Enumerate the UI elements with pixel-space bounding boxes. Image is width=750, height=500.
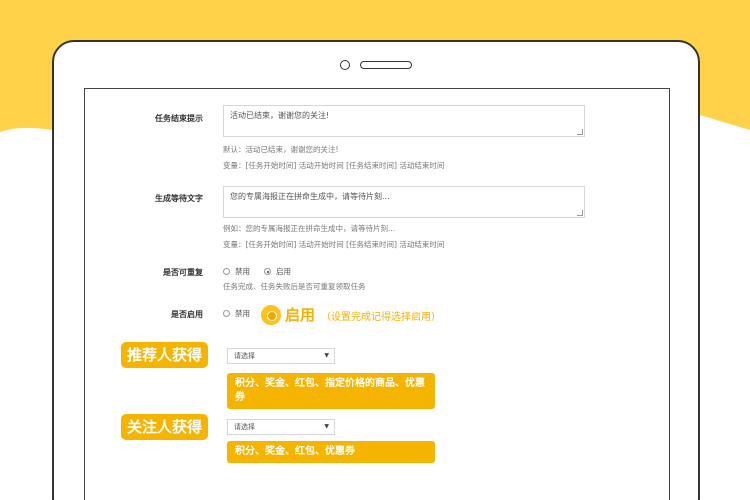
follower-select-value: 请选择 (234, 423, 255, 431)
enabled-disabled-radio[interactable] (223, 310, 230, 317)
task-end-variables-hint: 变量：[任务开始时间] 活动开始时间 [任务结束时间] 活动结束时间 (223, 161, 445, 170)
resize-handle-icon[interactable] (577, 129, 583, 135)
task-end-prompt-value: 活动已结束，谢谢您的关注! (230, 111, 330, 120)
generating-text-label: 生成等待文字 (155, 194, 203, 203)
task-end-prompt-textarea[interactable]: 活动已结束，谢谢您的关注! (223, 105, 585, 137)
repeatable-hint: 任务完成、任务失败后是否可重复领取任务 (223, 282, 366, 291)
repeatable-disabled-radio[interactable] (223, 268, 230, 275)
referrer-tag: 推荐人获得 (121, 342, 209, 368)
enabled-big-radio[interactable] (261, 305, 281, 325)
chevron-down-icon: ▼ (324, 352, 329, 359)
enabled-disabled-label: 禁用 (235, 309, 250, 318)
generating-text-textarea[interactable]: 您的专属海报正在拼命生成中，请等待片刻... (223, 186, 585, 218)
enabled-radio-group: 禁用 (223, 308, 264, 319)
enabled-label: 是否启用 (171, 310, 203, 319)
referrer-select-value: 请选择 (234, 352, 255, 360)
follower-reward-select[interactable]: 请选择 ▼ (227, 419, 335, 435)
repeatable-disabled-label: 禁用 (235, 267, 250, 276)
chevron-down-icon: ▼ (324, 423, 329, 430)
speaker-icon (360, 61, 412, 69)
enabled-big-hint: （设置完成记得选择启用） (321, 312, 441, 323)
referrer-reward-select[interactable]: 请选择 ▼ (227, 348, 335, 364)
repeatable-enabled-label: 启用 (276, 267, 291, 276)
generating-variables-hint: 变量：[任务开始时间] 活动开始时间 [任务结束时间] 活动结束时间 (223, 240, 445, 249)
repeatable-enabled-radio[interactable] (264, 268, 271, 275)
follower-callout: 积分、奖金、红包、优惠券 (227, 441, 435, 463)
repeatable-radio-group: 禁用 启用 (223, 266, 305, 277)
follower-tag: 关注人获得 (121, 414, 209, 440)
camera-icon (340, 60, 350, 70)
repeatable-label: 是否可重复 (163, 268, 203, 277)
enabled-big-label: 启用 (285, 306, 316, 324)
task-end-default-hint: 默认：活动已结束，谢谢您的关注! (223, 145, 339, 154)
task-end-prompt-label: 任务结束提示 (155, 114, 203, 123)
generating-text-value: 您的专属海报正在拼命生成中，请等待片刻... (230, 192, 390, 201)
referrer-callout: 积分、奖金、红包、指定价格的商品、优惠券 (227, 373, 435, 409)
resize-handle-icon[interactable] (577, 210, 583, 216)
generating-example-hint: 例如：您的专属海报正在拼命生成中，请等待片刻... (223, 224, 396, 233)
